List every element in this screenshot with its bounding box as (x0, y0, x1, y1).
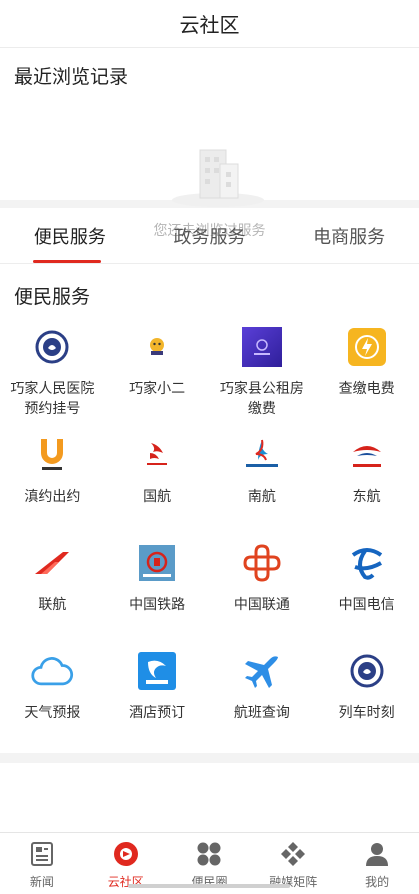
service-china-railway[interactable]: 中国铁路 (105, 535, 210, 639)
home-indicator (128, 884, 290, 888)
service-dianyue[interactable]: 滇约出约 (0, 427, 105, 531)
recent-history-section: 最近浏览记录 您还未浏览过服务 (0, 48, 419, 239)
service-label: 东航 (352, 489, 381, 505)
service-flight-search[interactable]: 航班查询 (210, 643, 315, 747)
service-air-china[interactable]: 国航 (105, 427, 210, 531)
service-china-eastern[interactable]: 东航 (314, 427, 419, 531)
china-eastern-icon (345, 433, 389, 477)
service-weather[interactable]: 天气预报 (0, 643, 105, 747)
news-icon (30, 842, 53, 866)
service-label: 查缴电费 (338, 381, 395, 397)
service-china-southern[interactable]: 南航 (210, 427, 315, 531)
service-tabs: 便民服务 政务服务 电商服务 (0, 208, 419, 264)
media-matrix-icon (281, 842, 306, 866)
china-telecom-icon (345, 541, 389, 585)
service-electricity-bill[interactable]: 查缴电费 (314, 319, 419, 423)
app-root: 云社区 最近浏览记录 您还未浏览过服务 便民服务 政务服务 电商服务 便民服务 (0, 0, 419, 894)
china-unicom-icon (240, 541, 284, 585)
service-hospital-appointment[interactable]: 巧家人民医院预约挂号 (0, 319, 105, 423)
convenience-circle-icon (197, 842, 221, 866)
service-label: 中国铁路 (129, 597, 186, 613)
top-bar: 云社区 (0, 0, 419, 48)
service-label: 国航 (143, 489, 172, 505)
service-label: 滇约出约 (24, 489, 81, 505)
service-public-housing-payment[interactable]: 巧家县公租房缴费 (210, 319, 315, 423)
services-grid: 巧家人民医院预约挂号 巧家小二 巧家县公租房缴费 查缴电费 滇约出约 国航 南航… (0, 319, 419, 747)
tab-government-services[interactable]: 政务服务 (140, 223, 280, 249)
service-label: 列车时刻 (338, 705, 395, 721)
bottom-navigation: 新闻 云社区 便民圈 融媒矩阵 我的 (0, 832, 419, 894)
profile-icon (366, 843, 389, 866)
service-label: 天气预报 (24, 705, 81, 721)
service-qiaojia-xiaoer[interactable]: 巧家小二 (105, 319, 210, 423)
nav-item-news[interactable]: 新闻 (0, 833, 84, 894)
china-united-icon (30, 541, 74, 585)
recent-history-heading: 最近浏览记录 (14, 66, 129, 88)
china-railway-icon (135, 541, 179, 585)
china-southern-icon (240, 433, 284, 477)
service-label: 航班查询 (233, 705, 290, 721)
hospital-icon (30, 325, 74, 369)
public-housing-icon (240, 325, 284, 369)
service-china-united[interactable]: 联航 (0, 535, 105, 639)
weather-icon (30, 649, 74, 693)
service-train-schedule[interactable]: 列车时刻 (314, 643, 419, 747)
service-label: 巧家小二 (129, 381, 186, 397)
nav-label: 我的 (365, 875, 390, 889)
hotel-booking-icon (135, 649, 179, 693)
service-label: 酒店预订 (129, 705, 186, 721)
service-china-telecom[interactable]: 中国电信 (314, 535, 419, 639)
service-hotel-booking[interactable]: 酒店预订 (105, 643, 210, 747)
services-heading: 便民服务 (14, 286, 91, 308)
qiaojia-xiaoer-icon (135, 325, 179, 369)
service-label: 巧家县公租房缴费 (219, 381, 304, 417)
dianyue-icon (30, 433, 74, 477)
tab-ecommerce-services[interactable]: 电商服务 (279, 223, 419, 249)
service-china-unicom[interactable]: 中国联通 (210, 535, 315, 639)
convenience-services-section: 便民服务 巧家人民医院预约挂号 巧家小二 巧家县公租房缴费 查缴电费 滇约出约 … (0, 264, 419, 763)
page-title: 云社区 (179, 13, 240, 37)
flight-search-icon (240, 649, 284, 693)
electricity-bill-icon (345, 325, 389, 369)
active-tab-indicator (33, 260, 101, 263)
cloud-community-icon (113, 842, 138, 866)
service-label: 中国联通 (233, 597, 290, 613)
service-label: 南航 (247, 489, 276, 505)
service-label: 中国电信 (338, 597, 395, 613)
tab-convenience-services[interactable]: 便民服务 (0, 223, 140, 249)
service-label: 巧家人民医院预约挂号 (10, 381, 95, 417)
air-china-icon (135, 433, 179, 477)
train-schedule-icon (345, 649, 389, 693)
section-divider (0, 753, 419, 763)
empty-building-icon (172, 149, 264, 207)
nav-label: 新闻 (29, 875, 54, 889)
nav-item-profile[interactable]: 我的 (335, 833, 419, 894)
service-label: 联航 (38, 597, 67, 613)
